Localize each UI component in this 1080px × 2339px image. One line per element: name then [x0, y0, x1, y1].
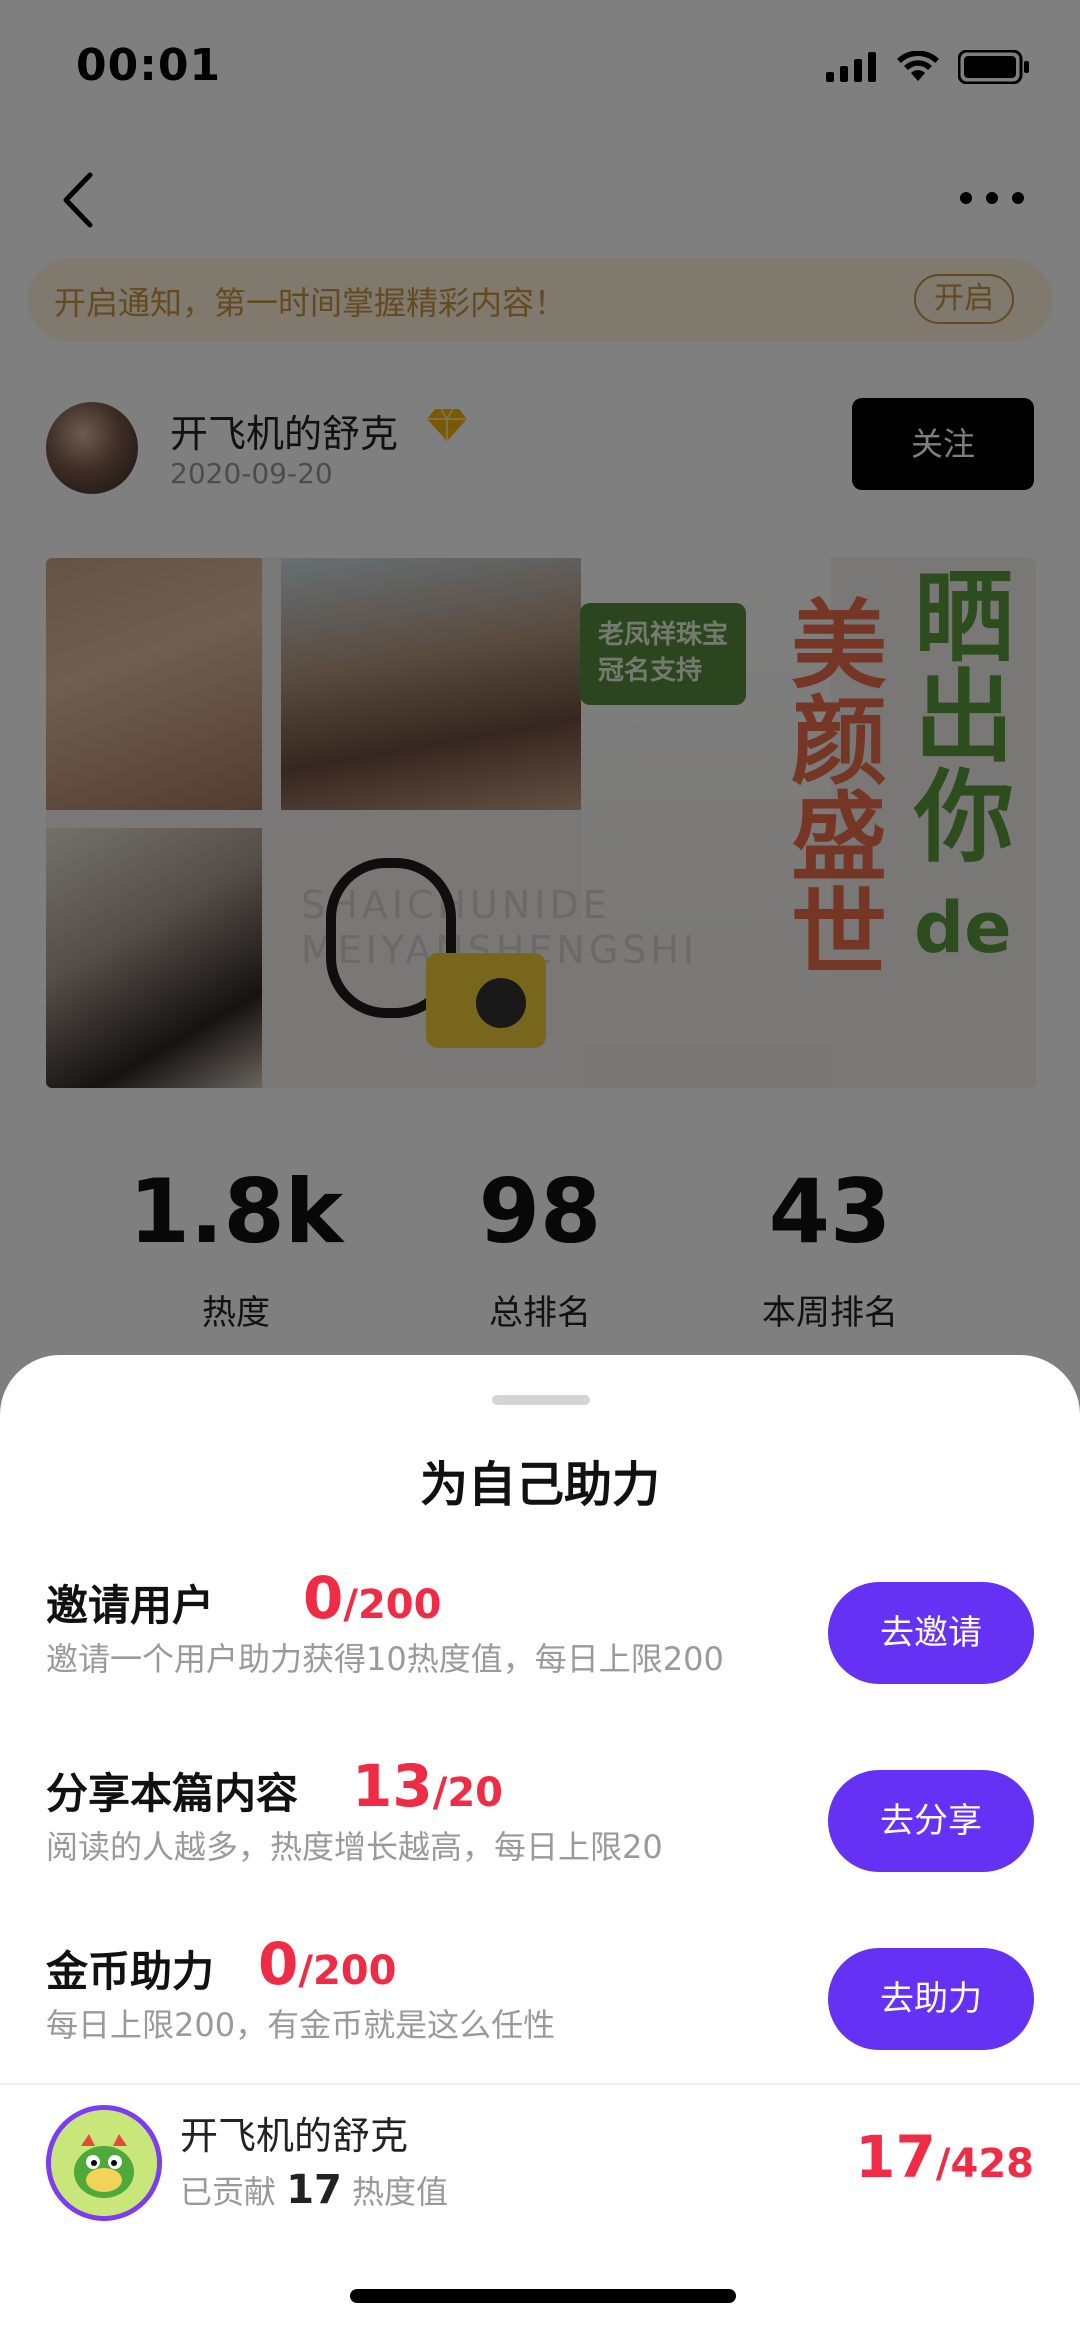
contribution-suffix: 热度值: [352, 2173, 449, 2211]
task-invite-desc: 邀请一个用户助力获得10热度值，每日上限200: [46, 1640, 724, 1678]
task-coins-name: 金币助力: [46, 1947, 215, 1996]
task-share-total: /20: [432, 1770, 503, 1816]
task-coins-total: /200: [298, 1948, 397, 1994]
task-invite-name: 邀请用户: [46, 1581, 215, 1630]
task-coins: 金币助力 0/200 每日上限200，有金币就是这么任性 去助力: [0, 1930, 1080, 2050]
task-invite-total: /200: [343, 1582, 442, 1628]
task-invite-progress: 0/200: [303, 1564, 441, 1632]
sheet-divider: [0, 2083, 1080, 2085]
user-progress-total: /428: [935, 2141, 1034, 2187]
contribution-value: 17: [286, 2167, 342, 2213]
task-coins-current: 0: [258, 1930, 299, 1998]
home-indicator[interactable]: [350, 2289, 736, 2303]
task-coins-progress: 0/200: [258, 1930, 396, 1998]
invite-button[interactable]: 去邀请: [828, 1582, 1034, 1684]
user-contribution: 已贡献 17 热度值: [180, 2167, 448, 2213]
my-contribution-row: 开飞机的舒克 已贡献 17 热度值 17/428: [0, 2105, 1080, 2235]
user-name: 开飞机的舒克: [180, 2114, 409, 2158]
sheet-title: 为自己助力: [419, 1457, 660, 1513]
task-share-progress: 13/20: [352, 1752, 503, 1820]
user-avatar[interactable]: [46, 2105, 162, 2221]
task-share-name: 分享本篇内容: [46, 1769, 299, 1818]
contribution-prefix: 已贡献: [180, 2173, 277, 2211]
task-coins-desc: 每日上限200，有金币就是这么任性: [46, 2006, 556, 2044]
sheet-drag-handle[interactable]: [492, 1395, 590, 1405]
task-share-current: 13: [352, 1752, 433, 1820]
dragon-mascot-icon: [51, 2110, 157, 2216]
task-invite: 邀请用户 0/200 邀请一个用户助力获得10热度值，每日上限200 去邀请: [0, 1564, 1080, 1684]
task-share-desc: 阅读的人越多，热度增长越高，每日上限20: [46, 1828, 663, 1866]
coin-boost-button[interactable]: 去助力: [828, 1948, 1034, 2050]
share-button[interactable]: 去分享: [828, 1770, 1034, 1872]
boost-bottom-sheet: 为自己助力 邀请用户 0/200 邀请一个用户助力获得10热度值，每日上限200…: [0, 1355, 1080, 2339]
task-invite-current: 0: [303, 1564, 344, 1632]
task-share: 分享本篇内容 13/20 阅读的人越多，热度增长越高，每日上限20 去分享: [0, 1752, 1080, 1872]
user-progress: 17/428: [855, 2123, 1034, 2191]
user-progress-current: 17: [855, 2123, 936, 2191]
